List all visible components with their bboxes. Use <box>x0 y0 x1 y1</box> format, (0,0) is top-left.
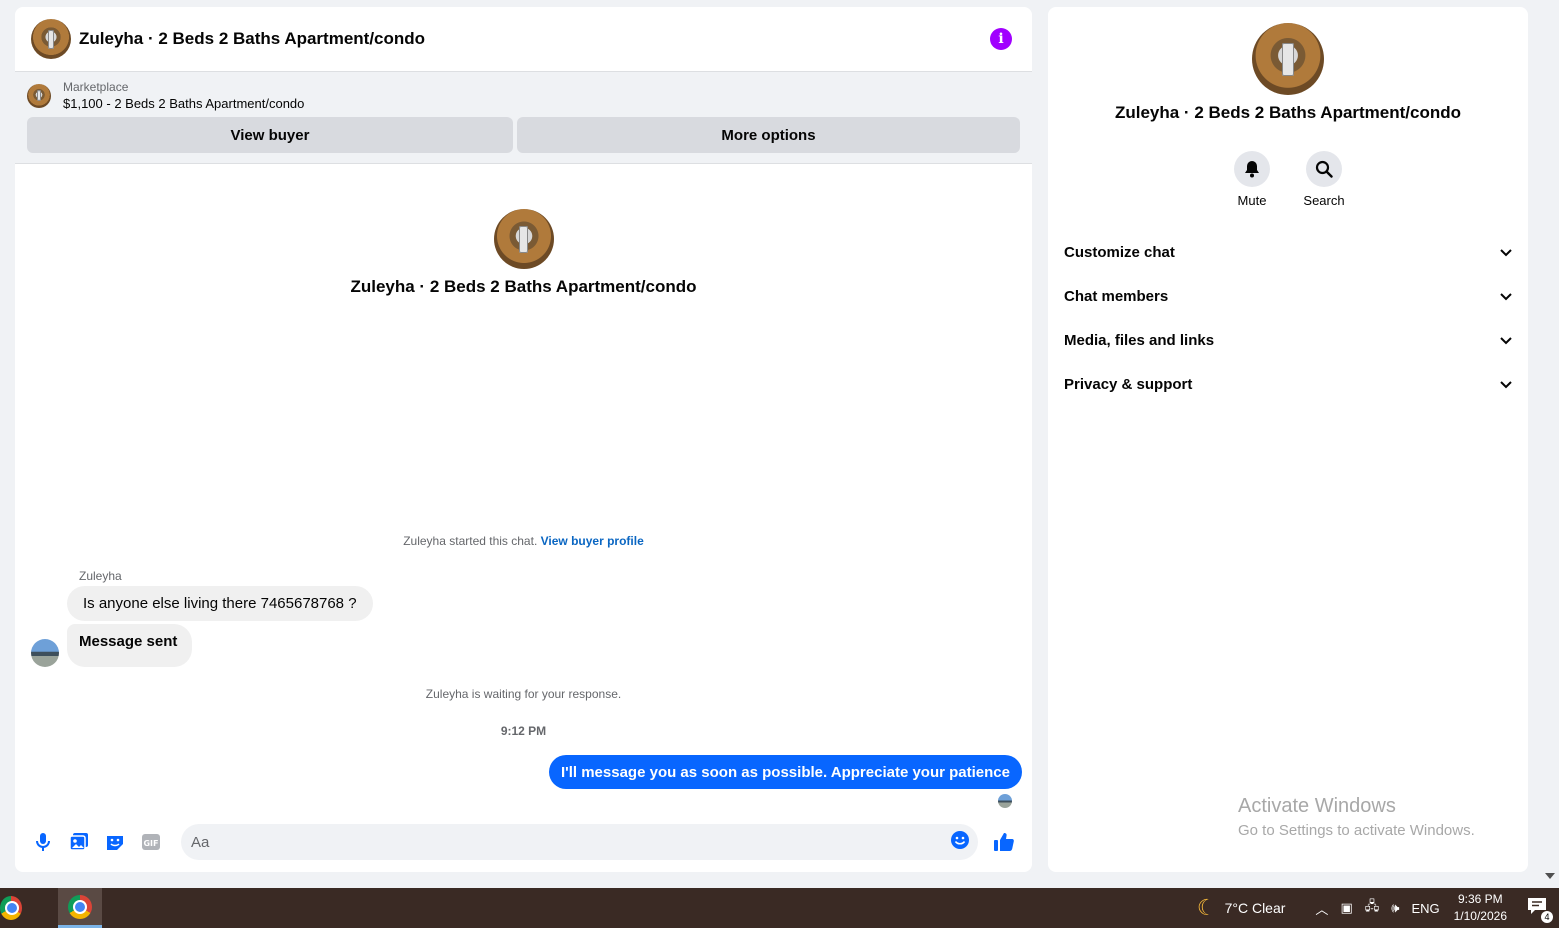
search-button[interactable]: Search <box>1303 151 1345 208</box>
photo-icon[interactable] <box>61 824 97 860</box>
chat-details-panel: Zuleyha · 2 Beds 2 Baths Apartment/condo… <box>1048 7 1528 872</box>
chevron-down-icon <box>1500 244 1512 261</box>
volume-icon[interactable]: 🕪 <box>1391 900 1399 916</box>
message-input[interactable] <box>191 833 950 851</box>
bell-icon <box>1234 151 1270 187</box>
chat-profile-intro: Zuleyha · 2 Beds 2 Baths Apartment/condo <box>15 209 1032 297</box>
more-options-button[interactable]: More options <box>517 117 1020 153</box>
notification-center-icon[interactable]: 4 <box>1527 897 1553 923</box>
chat-panel: Zuleyha · 2 Beds 2 Baths Apartment/condo… <box>15 7 1032 872</box>
section-label: Privacy & support <box>1064 375 1193 393</box>
taskbar-chrome-active[interactable] <box>58 888 102 928</box>
view-buyer-button[interactable]: View buyer <box>27 117 513 153</box>
emoji-icon[interactable] <box>950 830 970 855</box>
moon-icon: ☾ <box>1196 895 1217 920</box>
waiting-notice: Zuleyha is waiting for your response. <box>425 687 622 701</box>
customize-chat-section[interactable]: Customize chat <box>1056 230 1520 274</box>
activate-subtitle: Go to Settings to activate Windows. <box>1238 822 1475 839</box>
taskbar-clock[interactable]: 9:36 PM 1/10/2026 <box>1454 891 1507 925</box>
sticker-icon[interactable] <box>97 824 133 860</box>
outgoing-message-bubble[interactable]: I'll message you as soon as possible. Ap… <box>548 755 1022 789</box>
marketplace-label: Marketplace <box>63 80 129 94</box>
mute-label: Mute <box>1237 193 1267 208</box>
chevron-down-icon <box>1500 288 1512 305</box>
sender-name: Zuleyha <box>79 569 122 583</box>
clock-time: 9:36 PM <box>1457 892 1503 906</box>
svg-text:GIF: GIF <box>143 839 158 848</box>
microphone-icon[interactable] <box>25 824 61 860</box>
clock-date: 1/10/2026 <box>1453 909 1507 923</box>
sender-avatar[interactable] <box>31 639 59 667</box>
message-timestamp: 9:12 PM <box>500 724 547 738</box>
chevron-down-icon <box>1500 332 1512 349</box>
page-scrollbar[interactable] <box>1541 0 1559 888</box>
message-composer: GIF <box>15 812 1032 872</box>
network-icon[interactable]: 🖧 <box>1365 897 1380 919</box>
marketplace-bar: Marketplace $1,100 - 2 Beds 2 Baths Apar… <box>15 72 1032 164</box>
details-avatar[interactable] <box>1252 23 1324 95</box>
taskbar-chrome-app[interactable] <box>0 888 22 928</box>
chat-avatar[interactable] <box>31 19 71 59</box>
gif-icon[interactable]: GIF <box>133 824 169 860</box>
info-icon[interactable]: i <box>990 28 1012 50</box>
seen-indicator-avatar <box>998 794 1012 808</box>
section-label: Customize chat <box>1064 243 1175 261</box>
weather-widget[interactable]: ☾ 7°C Clear <box>1197 895 1286 921</box>
windows-taskbar: ☾ 7°C Clear ︿ ▣ 🖧 🕪 ENG 9:36 PM 1/10/202… <box>0 888 1559 928</box>
details-name: Zuleyha · 2 Beds 2 Baths Apartment/condo <box>1114 103 1462 122</box>
weather-text: 7°C Clear <box>1224 900 1286 916</box>
message-input-container <box>181 824 978 860</box>
media-files-links-section[interactable]: Media, files and links <box>1056 318 1520 362</box>
chevron-up-icon[interactable]: ︿ <box>1315 899 1328 918</box>
details-sections: Customize chat Chat members Media, files… <box>1048 230 1528 406</box>
message-bubble[interactable]: Is anyone else living there 7465678768 ? <box>67 586 373 621</box>
listing-thumbnail[interactable] <box>27 83 51 108</box>
profile-avatar[interactable] <box>493 209 554 269</box>
chrome-icon <box>0 896 22 920</box>
chat-started-notice: Zuleyha started this chat. View buyer pr… <box>15 534 1032 548</box>
language-indicator[interactable]: ENG <box>1411 901 1439 916</box>
section-label: Media, files and links <box>1064 331 1215 349</box>
chevron-down-icon <box>1500 376 1512 393</box>
activate-title: Activate Windows <box>1238 795 1396 817</box>
search-label: Search <box>1303 193 1345 208</box>
privacy-support-section[interactable]: Privacy & support <box>1056 362 1520 406</box>
view-buyer-profile-link[interactable]: View buyer profile <box>541 534 644 548</box>
chat-started-text: Zuleyha started this chat. <box>403 534 538 548</box>
search-icon <box>1306 151 1342 187</box>
meet-now-icon[interactable]: ▣ <box>1340 900 1352 916</box>
listing-title[interactable]: $1,100 - 2 Beds 2 Baths Apartment/condo <box>63 96 304 111</box>
chat-header: Zuleyha · 2 Beds 2 Baths Apartment/condo… <box>15 7 1032 72</box>
system-tray: ︿ ▣ 🖧 🕪 ENG <box>1315 897 1439 919</box>
chat-title[interactable]: Zuleyha · 2 Beds 2 Baths Apartment/condo <box>79 29 990 49</box>
activate-windows-watermark: Activate Windows Go to Settings to activ… <box>1238 795 1475 839</box>
chat-members-section[interactable]: Chat members <box>1056 274 1520 318</box>
mute-button[interactable]: Mute <box>1232 151 1272 208</box>
notification-count: 4 <box>1541 910 1553 923</box>
section-label: Chat members <box>1064 287 1169 305</box>
profile-name: Zuleyha · 2 Beds 2 Baths Apartment/condo <box>350 277 697 296</box>
message-bubble[interactable]: Message sent <box>67 624 193 667</box>
scroll-down-arrow-icon[interactable] <box>1545 873 1555 879</box>
chrome-icon <box>68 894 92 919</box>
like-icon[interactable] <box>986 824 1022 860</box>
